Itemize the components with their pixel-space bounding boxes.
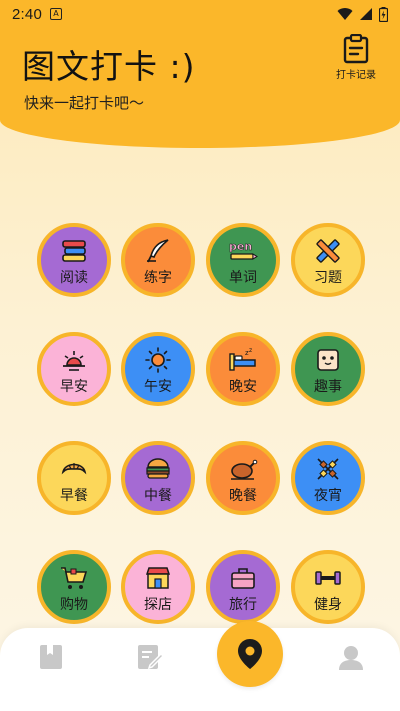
category-label: 习题 [314, 270, 342, 286]
wifi-icon [337, 8, 353, 20]
location-pin-icon [238, 639, 262, 669]
category-label: 阅读 [60, 270, 88, 286]
category-label: 午安 [144, 379, 172, 395]
skewers-icon [313, 454, 343, 484]
smile-box-icon [313, 345, 343, 375]
sunrise-icon [59, 345, 89, 375]
category-label: 购物 [60, 597, 88, 613]
category-calligraphy[interactable]: 练字 [121, 223, 195, 297]
category-fun-stuff[interactable]: 趣事 [291, 332, 365, 406]
category-reading[interactable]: 阅读 [37, 223, 111, 297]
edit-note-icon [138, 645, 164, 670]
category-lunch[interactable]: 中餐 [121, 441, 195, 515]
books-icon [59, 236, 89, 266]
header: 图文打卡 :) 快来一起打卡吧〜 打卡记录 [0, 28, 400, 148]
croissant-icon [59, 454, 89, 484]
notification-icon: A [50, 8, 62, 20]
nav-item-check-in[interactable] [217, 621, 283, 687]
page-subtitle: 快来一起打卡吧〜 [24, 94, 145, 112]
category-label: 早安 [60, 379, 88, 395]
category-breakfast[interactable]: 早餐 [37, 441, 111, 515]
quill-pen-icon [143, 236, 173, 266]
bed-icon: zz [228, 345, 258, 375]
svg-text:z: z [249, 347, 252, 354]
status-icons [337, 6, 388, 22]
category-label: 旅行 [229, 597, 257, 613]
bookmark-book-icon [40, 645, 62, 669]
category-exercises[interactable]: 习题 [291, 223, 365, 297]
check-in-records-button[interactable]: 打卡记录 [332, 34, 380, 82]
category-label: 中餐 [144, 488, 172, 504]
status-time: 2:40 [12, 5, 42, 23]
user-profile-icon [339, 646, 363, 670]
roast-chicken-icon [228, 454, 258, 484]
category-late-night-snack[interactable]: 夜宵 [291, 441, 365, 515]
category-good-night[interactable]: zz 晚安 [206, 332, 280, 406]
category-good-morning[interactable]: 早安 [37, 332, 111, 406]
category-label: 探店 [144, 597, 172, 613]
category-label: 单词 [229, 270, 257, 286]
status-bar: 2:40 A [0, 0, 400, 28]
category-travel[interactable]: 旅行 [206, 550, 280, 624]
category-label: 练字 [144, 270, 172, 286]
shopping-cart-icon [59, 563, 89, 593]
signal-icon [360, 8, 372, 20]
nav-item-profile[interactable] [336, 642, 366, 672]
shop-icon [143, 563, 173, 593]
sun-icon [143, 345, 173, 375]
category-label: 夜宵 [314, 488, 342, 504]
category-label: 晚安 [229, 379, 257, 395]
suitcase-icon [228, 563, 258, 593]
svg-text:pen: pen [229, 240, 252, 253]
pen-word-icon: pen [228, 236, 258, 266]
category-label: 趣事 [314, 379, 342, 395]
battery-icon [379, 6, 388, 22]
dumbbell-icon [313, 563, 343, 593]
category-shopping[interactable]: 购物 [37, 550, 111, 624]
page-title: 图文打卡 :) [22, 47, 196, 86]
bottom-nav [0, 621, 400, 711]
category-label: 晚餐 [229, 488, 257, 504]
nav-item-bookmarks[interactable] [36, 642, 66, 672]
category-dinner[interactable]: 晚餐 [206, 441, 280, 515]
category-explore-shops[interactable]: 探店 [121, 550, 195, 624]
category-label: 健身 [314, 597, 342, 613]
burger-icon [143, 454, 173, 484]
category-label: 早餐 [60, 488, 88, 504]
clipboard-icon [343, 34, 369, 64]
category-good-afternoon[interactable]: 午安 [121, 332, 195, 406]
check-in-records-label: 打卡记录 [336, 70, 376, 81]
category-vocabulary[interactable]: pen 单词 [206, 223, 280, 297]
category-fitness[interactable]: 健身 [291, 550, 365, 624]
pencil-ruler-icon [313, 236, 343, 266]
nav-item-edit[interactable] [135, 642, 165, 672]
